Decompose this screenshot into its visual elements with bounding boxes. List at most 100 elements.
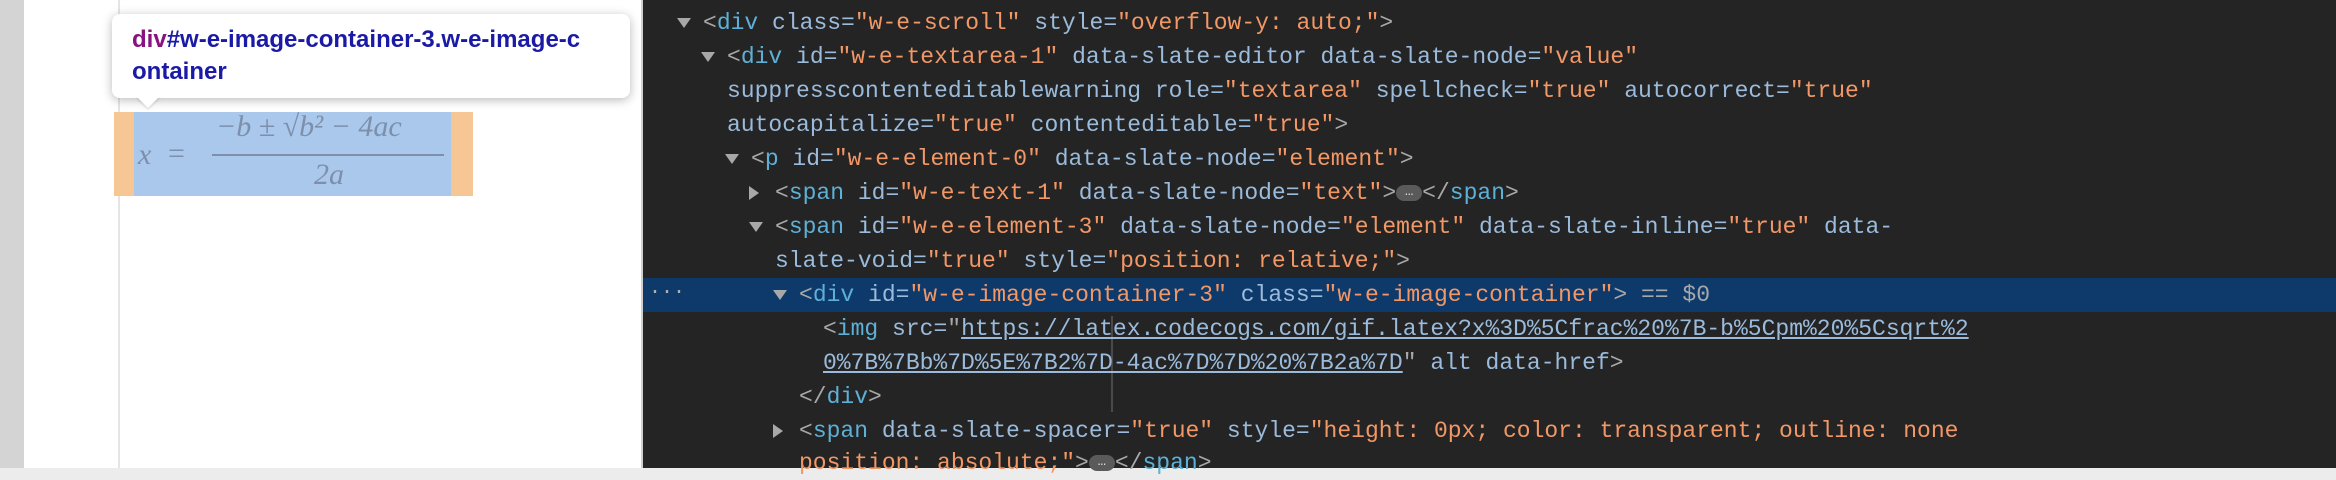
attribute-name: spellcheck= <box>1361 78 1528 104</box>
punctuation: < <box>823 316 837 342</box>
punctuation: < <box>775 214 789 240</box>
latex-formula-image[interactable]: x = −b ± √b² − 4ac 2a <box>134 110 451 196</box>
attribute-name: id= <box>778 146 834 172</box>
collapse-triangle-icon[interactable] <box>749 186 759 200</box>
collapsed-content-icon[interactable]: … <box>1396 184 1423 201</box>
punctuation: > <box>1075 450 1089 476</box>
dom-node-markup: autocapitalize="true" contenteditable="t… <box>727 108 1348 142</box>
tag-name: div <box>812 282 855 308</box>
attribute-name: class= <box>1226 282 1324 308</box>
dom-node-line[interactable]: <div id="w-e-image-container-3" class="w… <box>643 278 2336 312</box>
tooltip-arrow <box>136 96 160 108</box>
dom-node-line[interactable]: <img src="https://latex.codecogs.com/gif… <box>643 312 2336 346</box>
dom-node-line[interactable]: <div class="w-e-scroll" style="overflow-… <box>643 6 2336 40</box>
punctuation: < <box>727 44 741 70</box>
formula-numerator: −b ± √b² − 4ac <box>216 110 402 143</box>
inspect-tooltip: div#w-e-image-container-3.w-e-image-cont… <box>112 14 749 98</box>
tag-name: span <box>788 214 845 240</box>
tooltip-selector: div#w-e-image-container-3.w-e-image-cont… <box>132 24 592 88</box>
attribute-name: id= <box>844 180 900 206</box>
punctuation: > <box>1197 450 1212 476</box>
attribute-name: data-slate-node= <box>1106 214 1341 240</box>
punctuation: </ <box>1422 180 1450 206</box>
punctuation: </ <box>1114 450 1143 476</box>
punctuation: > <box>1609 350 1624 376</box>
expand-triangle-icon[interactable] <box>725 154 739 164</box>
attribute-value: position: absolute;" <box>799 450 1076 476</box>
dom-node-markup: <img src="https://latex.codecogs.com/gif… <box>823 312 1969 346</box>
attribute-name: data-slate-node= <box>1064 180 1300 206</box>
src-link[interactable]: https://latex.codecogs.com/gif.latex?x%3… <box>961 316 1969 342</box>
dom-node-line[interactable]: autocapitalize="true" contenteditable="t… <box>643 108 2336 142</box>
dom-node-markup: <span data-slate-spacer="true" style="he… <box>799 414 1958 448</box>
attribute-value: "w-e-image-container" <box>1323 282 1614 308</box>
attribute-name: data-slate-node= <box>1040 146 1276 172</box>
attribute-value: "overflow-y: auto;" <box>1117 10 1380 36</box>
attribute-value: "true" <box>926 248 1010 274</box>
tag-name: span <box>788 180 845 206</box>
selected-node-marker: == $0 <box>1627 282 1711 308</box>
collapsed-content-icon[interactable]: … <box>1088 454 1115 471</box>
attribute-value: "textarea" <box>1223 78 1362 104</box>
punctuation: < <box>799 418 813 444</box>
attribute-value: "element" <box>1275 146 1400 172</box>
attribute-name: data- <box>1810 214 1894 240</box>
dom-node-line[interactable]: <span id="w-e-element-3" data-slate-node… <box>643 210 2336 244</box>
dom-node-markup: 0%7B%7Bb%7D%5E%7B2%7D-4ac%7D%7D%20%7B2a%… <box>823 346 1624 380</box>
dom-node-line[interactable]: 0%7B%7Bb%7D%5E%7B2%7D-4ac%7D%7D%20%7B2a%… <box>643 346 2336 380</box>
dom-node-markup: <div class="w-e-scroll" style="overflow-… <box>703 6 1393 40</box>
attribute-value: "w-e-image-container-3" <box>909 282 1227 308</box>
dom-node-line[interactable]: suppresscontenteditablewarning role="tex… <box>643 74 2336 108</box>
expand-triangle-icon[interactable] <box>701 52 715 62</box>
expand-triangle-icon[interactable] <box>749 222 763 232</box>
dom-node-markup: <div id="w-e-textarea-1" data-slate-edit… <box>727 40 1638 74</box>
expand-triangle-icon[interactable] <box>773 290 787 300</box>
punctuation: > <box>1396 248 1410 274</box>
attribute-name: alt data-href <box>1416 350 1610 376</box>
dom-node-markup: slate-void="true" style="position: relat… <box>775 244 1410 278</box>
attribute-name: id= <box>782 44 838 70</box>
punctuation: > <box>1399 146 1414 172</box>
tag-name: span <box>1449 180 1505 206</box>
dom-node-markup: </div> <box>799 380 882 414</box>
formula-denominator: 2a <box>314 158 344 191</box>
punctuation: < <box>703 10 717 36</box>
attribute-value: "true" <box>1251 112 1335 138</box>
dom-node-line[interactable]: <span data-slate-spacer="true" style="he… <box>643 414 2336 448</box>
dom-node-line[interactable]: <p id="w-e-element-0" data-slate-node="e… <box>643 142 2336 176</box>
tag-name: p <box>764 146 779 172</box>
punctuation: > <box>1379 10 1394 36</box>
dom-node-line[interactable]: </div> <box>643 380 2336 414</box>
attribute-name: data-slate-inline= <box>1465 214 1728 240</box>
attribute-value: "element" <box>1340 214 1466 240</box>
devtools-elements-panel: <div class="w-e-scroll" style="overflow-… <box>643 0 2336 476</box>
attribute-value: "true" <box>1789 78 1873 104</box>
attribute-name: id= <box>854 282 910 308</box>
tag-name: div <box>826 384 869 410</box>
formula-fraction-bar <box>212 154 444 156</box>
punctuation: < <box>751 146 765 172</box>
image-container-highlight: x = −b ± √b² − 4ac 2a <box>134 110 451 196</box>
dom-node-markup: position: absolute;">… </span> <box>799 446 1212 480</box>
punctuation: < <box>775 180 789 206</box>
attribute-name: data-slate-editor data-slate-node= <box>1058 44 1542 70</box>
punctuation: > <box>1334 112 1349 138</box>
tag-name: div <box>740 44 783 70</box>
row-options-icon[interactable]: ··· <box>649 278 685 308</box>
attribute-name: suppresscontenteditablewarning role= <box>727 78 1224 104</box>
dom-node-line[interactable]: <div id="w-e-textarea-1" data-slate-edit… <box>643 40 2336 74</box>
dom-node-line[interactable]: slate-void="true" style="position: relat… <box>643 244 2336 278</box>
attribute-name: id= <box>844 214 900 240</box>
dom-node-line[interactable]: <span id="w-e-text-1" data-slate-node="t… <box>643 176 2336 210</box>
element-highlight-overlay: x = −b ± √b² − 4ac 2a <box>114 110 473 196</box>
dom-node-markup: <p id="w-e-element-0" data-slate-node="e… <box>751 142 1414 176</box>
dom-node-line[interactable]: position: absolute;">… </span> <box>643 446 2336 480</box>
attribute-value: "w-e-textarea-1" <box>837 44 1059 70</box>
attribute-name: style= <box>1009 248 1107 274</box>
attribute-name: style= <box>1020 10 1118 36</box>
collapse-triangle-icon[interactable] <box>773 424 783 438</box>
src-link[interactable]: 0%7B%7Bb%7D%5E%7B2%7D-4ac%7D%7D%20%7B2a%… <box>823 350 1403 376</box>
dom-node-markup: <span id="w-e-element-3" data-slate-node… <box>775 210 1893 244</box>
punctuation: > <box>1505 180 1519 206</box>
expand-triangle-icon[interactable] <box>677 18 691 28</box>
